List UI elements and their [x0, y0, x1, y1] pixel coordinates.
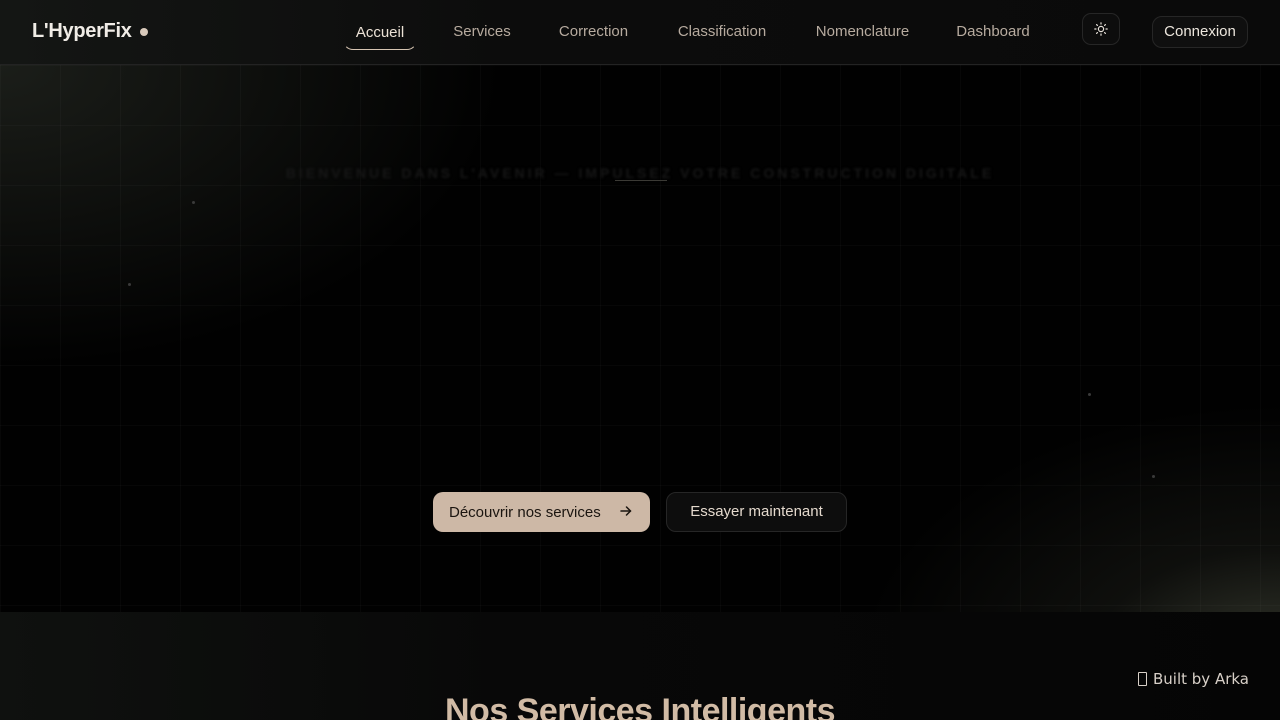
arrow-right-icon	[620, 506, 632, 516]
hero-tagline: BIENVENUE DANS L'AVENIR — IMPULSEZ VOTRE…	[285, 165, 995, 181]
top-navbar: L'HyperFix Accueil Services Correction C…	[0, 0, 1280, 65]
built-by-badge[interactable]: Built by Arka	[1138, 670, 1249, 688]
particle	[1088, 393, 1091, 396]
try-now-button[interactable]: Essayer maintenant	[666, 492, 847, 532]
hero-section: BIENVENUE DANS L'AVENIR — IMPULSEZ VOTRE…	[0, 65, 1280, 612]
particle	[1152, 475, 1155, 478]
services-section: Nos Services Intelligents Built by Arka	[0, 612, 1280, 720]
nav-item-correction[interactable]: Correction	[547, 16, 640, 50]
discover-services-button[interactable]: Découvrir nos services	[433, 492, 650, 532]
nav-item-accueil[interactable]: Accueil	[343, 16, 417, 50]
built-by-label: Built by Arka	[1153, 670, 1249, 688]
tagline-underline	[615, 180, 667, 181]
nav-item-nomenclature[interactable]: Nomenclature	[804, 16, 921, 50]
nav-item-classification[interactable]: Classification	[664, 16, 780, 50]
logo-dot-icon	[139, 27, 148, 36]
particle	[192, 201, 195, 204]
theme-toggle-button[interactable]	[1082, 13, 1120, 45]
logo-text[interactable]: L'HyperFix	[32, 20, 132, 43]
login-button[interactable]: Connexion	[1152, 16, 1248, 48]
logo[interactable]: L'HyperFix	[32, 20, 148, 43]
services-title: Nos Services Intelligents	[445, 692, 836, 720]
nav-item-services[interactable]: Services	[441, 16, 523, 50]
nav-item-dashboard[interactable]: Dashboard	[945, 16, 1041, 50]
sun-icon	[1094, 22, 1108, 36]
particle	[128, 283, 131, 286]
discover-services-label: Découvrir nos services	[449, 503, 601, 521]
missing-glyph-icon	[1138, 672, 1147, 686]
